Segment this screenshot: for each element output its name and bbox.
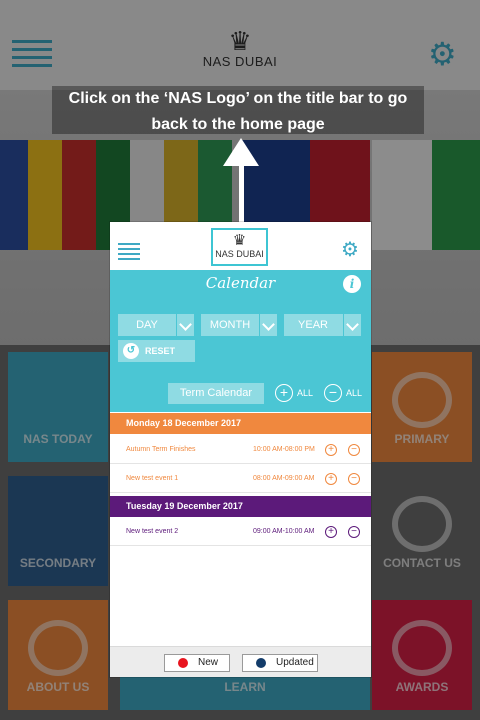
chevron-down-icon	[176, 314, 194, 336]
event-row[interactable]: New test event 1 08:00 AM-09:00 AM + −	[110, 465, 371, 493]
minus-circle-icon[interactable]: −	[348, 444, 360, 456]
minus-circle-icon[interactable]: −	[348, 526, 360, 538]
crown-icon: ♛	[232, 232, 247, 249]
chevron-down-icon	[343, 314, 361, 336]
updated-dot-icon	[256, 658, 266, 668]
event-time: 10:00 AM-08:00 PM	[253, 446, 315, 453]
event-time: 08:00 AM-09:00 AM	[253, 475, 315, 482]
hint-line-1: Click on the ‘NAS Logo’ on the title bar…	[68, 90, 408, 107]
chevron-down-icon	[259, 314, 277, 336]
event-row[interactable]: New test event 2 09:00 AM-10:00 AM + −	[110, 518, 371, 546]
event-time: 09:00 AM-10:00 AM	[253, 528, 315, 535]
event-name: New test event 1	[126, 475, 179, 482]
reset-button[interactable]: ↺ RESET	[118, 340, 195, 362]
event-name: New test event 2	[126, 528, 179, 535]
minus-circle-icon[interactable]: −	[348, 473, 360, 485]
year-select[interactable]: YEAR	[284, 314, 361, 336]
menu-icon[interactable]	[118, 243, 140, 263]
day-heading: Tuesday 19 December 2017	[110, 496, 371, 517]
term-calendar-button[interactable]: Term Calendar	[168, 383, 264, 404]
info-icon[interactable]: i	[343, 275, 361, 293]
gear-icon[interactable]: ⚙	[341, 240, 359, 260]
plus-circle-icon[interactable]: +	[325, 444, 337, 456]
reset-icon: ↺	[123, 343, 139, 359]
calendar-panel: Calendar i DAY MONTH YEAR ↺ RESET Term C…	[110, 270, 371, 412]
event-name: Autumn Term Finishes	[126, 446, 196, 453]
phone-preview: ♛ NAS DUBAI ⚙ Calendar i DAY MONTH YEAR …	[110, 222, 371, 677]
nas-logo-button[interactable]: ♛ NAS DUBAI	[211, 228, 268, 266]
plus-circle-icon[interactable]: +	[325, 473, 337, 485]
page-title: Calendar	[205, 274, 276, 292]
legend-updated: Updated	[242, 654, 318, 672]
arrow-stem	[239, 160, 244, 226]
month-select[interactable]: MONTH	[201, 314, 277, 336]
day-select[interactable]: DAY	[118, 314, 194, 336]
plus-circle-icon[interactable]: +	[325, 526, 337, 538]
day-heading: Monday 18 December 2017	[110, 413, 371, 434]
hint-text: Click on the ‘NAS Logo’ on the title bar…	[52, 86, 424, 138]
legend-new: New	[164, 654, 230, 672]
hint-line-2: back to the home page	[151, 116, 325, 133]
legend-bar: New Updated	[110, 646, 371, 677]
minus-circle-icon: −	[324, 384, 342, 402]
new-dot-icon	[178, 658, 188, 668]
event-row[interactable]: Autumn Term Finishes 10:00 AM-08:00 PM +…	[110, 436, 371, 464]
title-bar: ♛ NAS DUBAI ⚙	[110, 222, 371, 270]
logo-text: NAS DUBAI	[215, 249, 264, 259]
plus-circle-icon: +	[275, 384, 293, 402]
